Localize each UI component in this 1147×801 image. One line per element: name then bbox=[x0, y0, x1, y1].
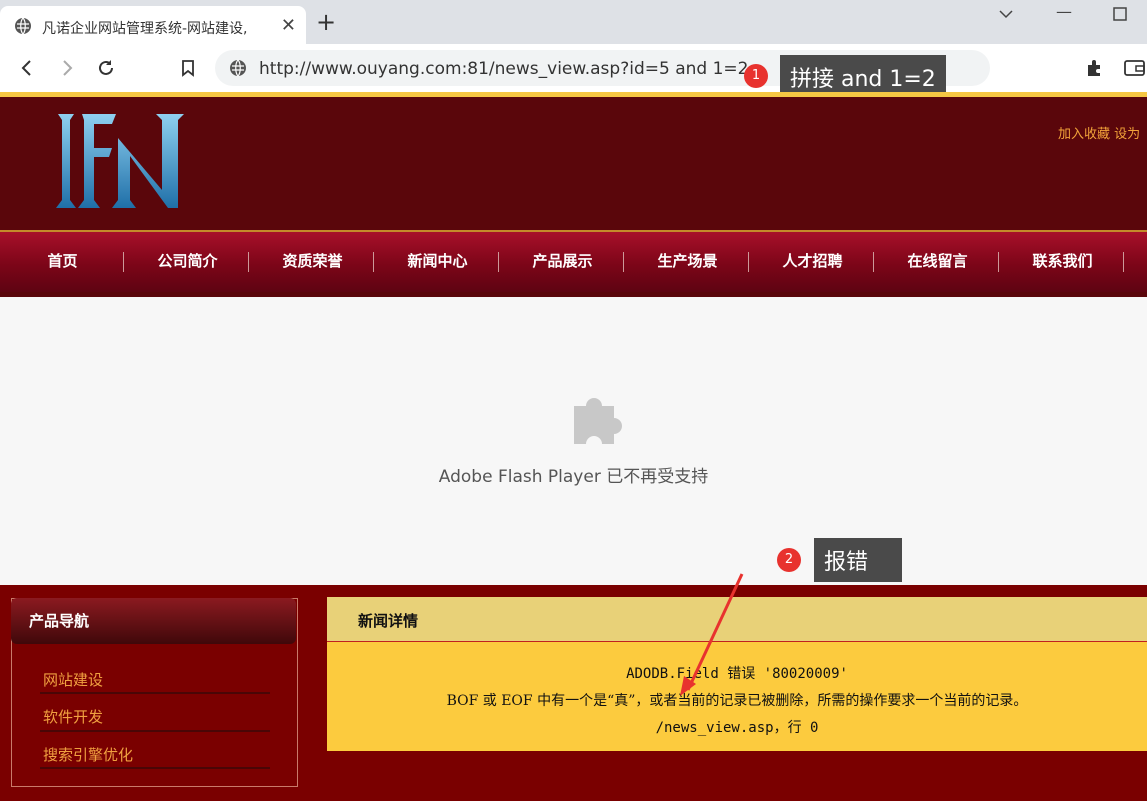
nav-divider bbox=[498, 252, 499, 272]
back-icon[interactable] bbox=[17, 58, 37, 78]
site-info-icon[interactable] bbox=[229, 59, 247, 81]
browser-tabbar: 凡诺企业网站管理系统-网站建设, ✕ + — bbox=[0, 0, 1147, 44]
nav-divider bbox=[248, 252, 249, 272]
sidebar-item-seo[interactable]: 搜索引擎优化 bbox=[43, 744, 133, 765]
close-tab-icon[interactable]: ✕ bbox=[281, 15, 296, 36]
nav-production[interactable]: 生产场景 bbox=[625, 232, 750, 292]
nav-divider bbox=[748, 252, 749, 272]
nav-contact[interactable]: 联系我们 bbox=[1000, 232, 1125, 292]
nav-divider bbox=[873, 252, 874, 272]
url-text[interactable]: http://www.ouyang.com:81/news_view.asp?i… bbox=[259, 59, 748, 79]
plugin-puzzle-icon bbox=[572, 392, 628, 450]
minimize-icon[interactable]: — bbox=[1056, 2, 1072, 21]
tab-title: 凡诺企业网站管理系统-网站建设, bbox=[42, 21, 248, 37]
sidebar-item-software-dev[interactable]: 软件开发 bbox=[43, 706, 103, 727]
nav-divider bbox=[998, 252, 999, 272]
new-tab-button[interactable]: + bbox=[316, 10, 336, 34]
forward-icon[interactable] bbox=[57, 58, 77, 78]
browser-tab[interactable]: 凡诺企业网站管理系统-网站建设, ✕ bbox=[0, 6, 306, 44]
nav-careers[interactable]: 人才招聘 bbox=[750, 232, 875, 292]
news-detail-title: 新闻详情 bbox=[358, 612, 419, 630]
annotation-badge-1: 1 bbox=[744, 64, 768, 88]
browser-toolbar: http://www.ouyang.com:81/news_view.asp?i… bbox=[0, 44, 1147, 92]
nav-products[interactable]: 产品展示 bbox=[500, 232, 625, 292]
annotation-arrow bbox=[680, 573, 744, 696]
nav-honors[interactable]: 资质荣誉 bbox=[250, 232, 375, 292]
sidebar-item-web-dev[interactable]: 网站建设 bbox=[43, 669, 103, 690]
header-links[interactable]: 加入收藏 设为 bbox=[1058, 123, 1140, 142]
chevron-down-icon[interactable] bbox=[998, 6, 1014, 26]
wallet-icon[interactable] bbox=[1124, 58, 1145, 78]
nav-divider bbox=[123, 252, 124, 272]
error-location-line: /news_view.asp，行 0 bbox=[655, 720, 819, 736]
main-nav: 首页 公司简介 资质荣誉 新闻中心 产品展示 生产场景 人才招聘 在线留言 联系… bbox=[0, 230, 1147, 294]
annotation-label-2: 报错 bbox=[814, 538, 902, 582]
sidebar-divider bbox=[40, 730, 270, 732]
nav-divider bbox=[1123, 252, 1124, 272]
nav-divider bbox=[623, 252, 624, 272]
annotation-badge-2: 2 bbox=[777, 548, 801, 572]
sidebar-divider bbox=[40, 692, 270, 694]
nav-about[interactable]: 公司简介 bbox=[125, 232, 250, 292]
globe-icon bbox=[14, 17, 32, 39]
nav-messages[interactable]: 在线留言 bbox=[875, 232, 1000, 292]
nav-divider bbox=[373, 252, 374, 272]
maximize-icon[interactable] bbox=[1113, 6, 1127, 25]
nav-news[interactable]: 新闻中心 bbox=[375, 232, 500, 292]
product-nav-title: 产品导航 bbox=[11, 598, 296, 644]
bookmark-icon[interactable] bbox=[178, 58, 198, 78]
site-logo[interactable] bbox=[52, 108, 197, 217]
nav-home[interactable]: 首页 bbox=[0, 232, 125, 292]
flash-placeholder: Adobe Flash Player 已不再受支持 bbox=[0, 297, 1147, 585]
sidebar-divider bbox=[40, 767, 270, 769]
reload-icon[interactable] bbox=[96, 58, 116, 78]
flash-unsupported-message: Adobe Flash Player 已不再受支持 bbox=[438, 467, 709, 487]
extensions-icon[interactable] bbox=[1084, 58, 1104, 78]
